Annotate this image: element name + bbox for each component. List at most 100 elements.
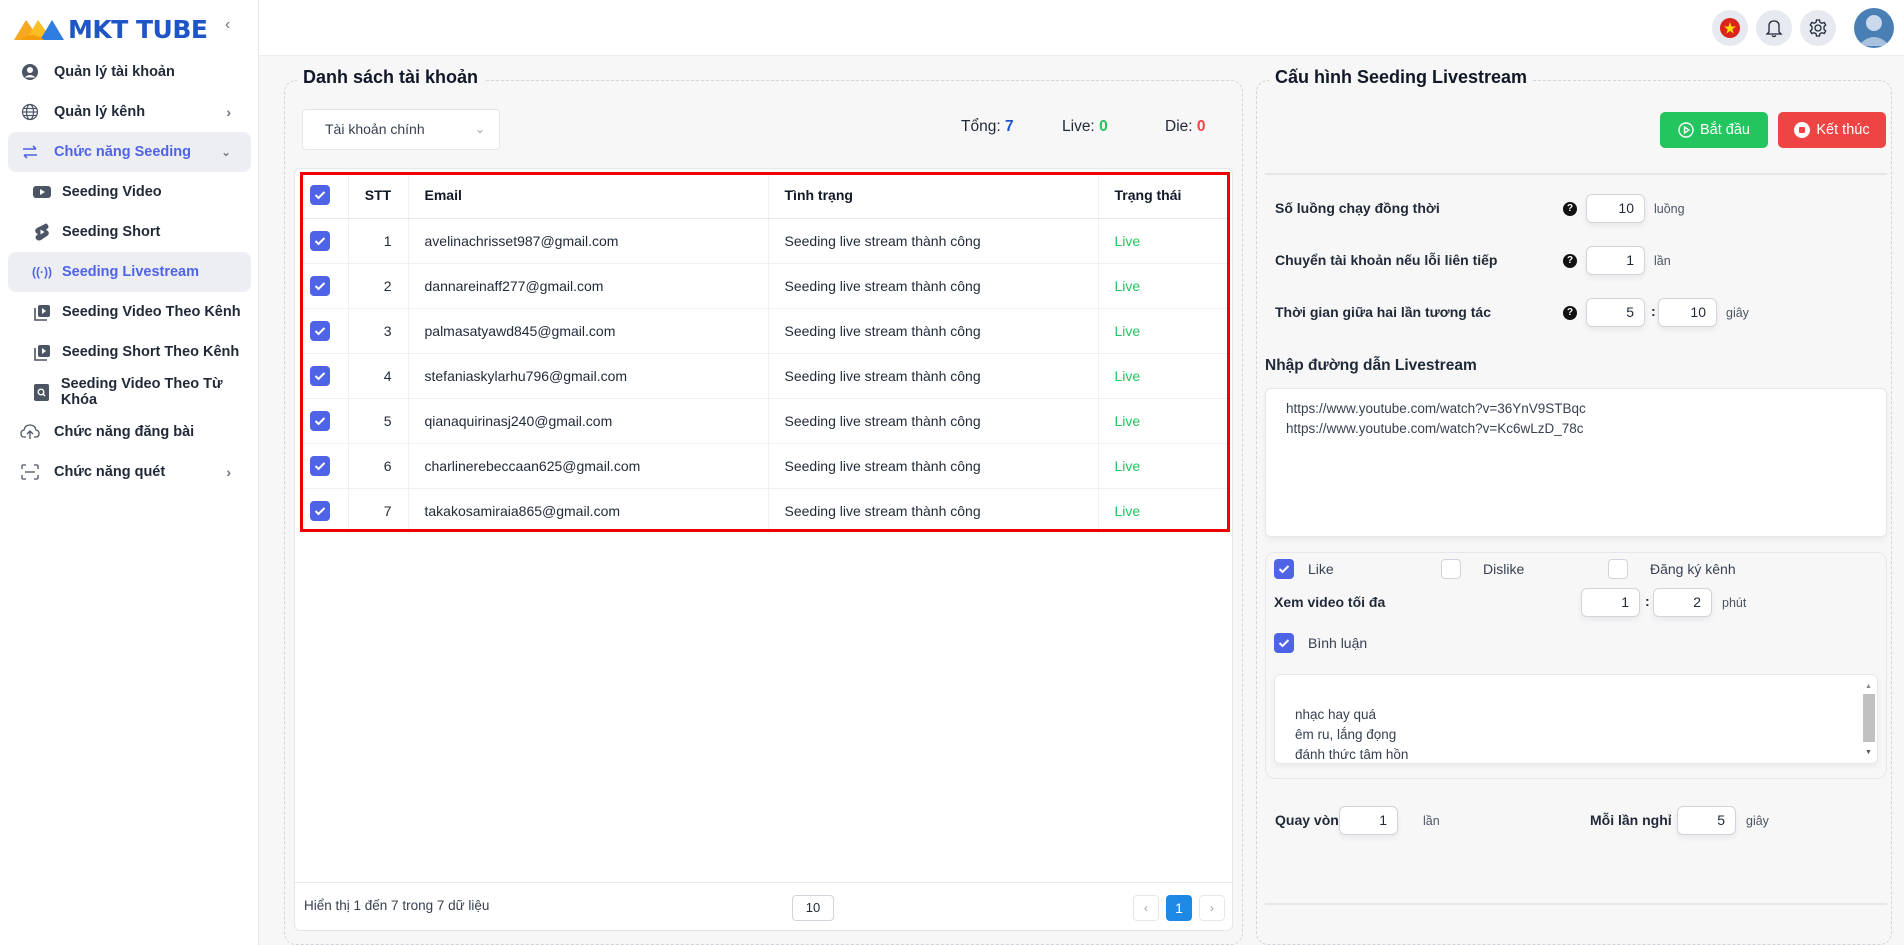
collapse-sidebar-button[interactable]: ‹ (225, 16, 230, 34)
sidebar-item-channel-management[interactable]: Quản lý kênh › (8, 92, 251, 132)
row-checkbox[interactable] (310, 320, 330, 341)
row-checkbox[interactable] (310, 455, 330, 476)
stop-button[interactable]: Kết thúc (1778, 112, 1886, 148)
divider (1265, 903, 1887, 905)
range-separator: : (1645, 593, 1650, 609)
table-row[interactable]: 4 stefaniaskylarhu796@gmail.com Seeding li… (300, 353, 1230, 399)
watch-max-input[interactable]: 2 (1653, 588, 1712, 617)
divider (1265, 173, 1887, 175)
sidebar-item-seeding-video[interactable]: Seeding Video (8, 172, 251, 212)
next-page-button[interactable]: › (1199, 895, 1225, 921)
row-stt: 5 (348, 398, 409, 444)
sidebar-item-seeding-video-by-channel[interactable]: Seeding Video Theo Kênh (8, 292, 251, 332)
column-header-stt[interactable]: STT (348, 172, 409, 219)
scroll-down-arrow[interactable]: ▼ (1865, 743, 1872, 763)
sidebar-item-label: Quản lý kênh (54, 104, 146, 120)
sidebar-item-label: Chức năng quét (54, 464, 166, 480)
subscribe-option[interactable]: Đăng ký kênh (1608, 559, 1736, 579)
stat-total-label: Tổng: (961, 118, 1001, 135)
help-icon[interactable]: ? (1563, 254, 1577, 268)
like-option[interactable]: Like (1274, 559, 1334, 579)
check-icon (314, 236, 326, 245)
row-email: palmasatyawd845@gmail.com (408, 308, 769, 354)
row-checkbox[interactable] (310, 500, 330, 521)
sidebar-item-label: Quản lý tài khoản (54, 64, 175, 80)
table-row[interactable]: 6 charlinerebeccaan625@gmail.com Seeding l… (300, 443, 1230, 489)
scrollbar[interactable]: ▲ ▼ (1863, 677, 1875, 763)
threads-unit: luồng (1654, 202, 1685, 216)
check-icon (314, 416, 326, 425)
like-checkbox[interactable] (1274, 559, 1294, 579)
row-email: takakosamiraia865@gmail.com (408, 488, 769, 533)
table-row[interactable]: 3 palmasatyawd845@gmail.com Seeding live s… (300, 308, 1230, 354)
comment-checkbox[interactable] (1274, 633, 1294, 653)
loop-input[interactable]: 1 (1339, 806, 1398, 835)
sidebar-item-seeding-video-by-keyword[interactable]: Seeding Video Theo Từ Khóa (8, 372, 251, 412)
select-all-checkbox[interactable] (310, 184, 330, 205)
sidebar-item-seeding-short-by-channel[interactable]: Seeding Short Theo Kênh (8, 332, 251, 372)
row-stt: 2 (348, 263, 409, 309)
help-icon[interactable]: ? (1563, 202, 1577, 216)
accounts-table-body: 1 avelinachrisset987@gmail.com Seeding liv… (300, 218, 1230, 533)
dislike-label: Dislike (1483, 561, 1525, 577)
row-checkbox[interactable] (310, 275, 330, 296)
sidebar-item-seeding[interactable]: Chức năng Seeding ⌄ (8, 132, 251, 172)
row-condition: Seeding live stream thành công (768, 443, 1099, 489)
dislike-checkbox[interactable] (1441, 559, 1461, 579)
page-1-button[interactable]: 1 (1166, 895, 1192, 921)
dislike-option[interactable]: Dislike (1441, 559, 1524, 579)
column-header-state[interactable]: Trạng thái (1098, 172, 1230, 219)
threads-input[interactable]: 10 (1586, 194, 1645, 223)
logo: MKT TUBE (12, 14, 208, 44)
table-row[interactable]: 2 dannareinaff277@gmail.com Seeding live s… (300, 263, 1230, 309)
account-type-select-value: Tài khoản chính (325, 121, 425, 137)
start-button[interactable]: Bắt đầu (1660, 112, 1768, 148)
interval-min-input[interactable]: 5 (1586, 298, 1645, 327)
settings-button[interactable] (1800, 10, 1836, 46)
column-header-email[interactable]: Email (408, 172, 769, 219)
loop-unit: lần (1423, 814, 1440, 828)
comments-textarea[interactable]: nhạc hay quá êm ru, lắng đọng đánh thức … (1274, 674, 1878, 764)
table-footer: Hiển thị 1 đến 7 trong 7 dữ liệu 10 ‹ 1 … (294, 882, 1233, 931)
row-email: avelinachrisset987@gmail.com (408, 218, 769, 264)
account-type-select[interactable]: Tài khoản chính ⌄ (302, 109, 500, 150)
scan-icon (20, 462, 40, 482)
interval-max-input[interactable]: 10 (1658, 298, 1717, 327)
sidebar-item-seeding-livestream[interactable]: ((·)) Seeding Livestream (8, 252, 251, 292)
switch-account-input[interactable]: 1 (1586, 246, 1645, 275)
prev-page-button[interactable]: ‹ (1133, 895, 1159, 921)
sidebar-item-seeding-short[interactable]: Seeding Short (8, 212, 251, 252)
avatar[interactable] (1854, 8, 1894, 48)
sidebar-item-account-management[interactable]: Quản lý tài khoản (8, 52, 251, 92)
page-size-select[interactable]: 10 (792, 895, 834, 921)
switch-account-label: Chuyển tài khoản nếu lỗi liên tiếp (1275, 252, 1498, 268)
row-stt: 4 (348, 353, 409, 399)
stat-live-label: Live: (1062, 118, 1095, 135)
comment-option[interactable]: Bình luận (1274, 633, 1367, 653)
row-checkbox[interactable] (310, 230, 330, 251)
sidebar-item-scan[interactable]: Chức năng quét › (8, 452, 251, 492)
livestream-links-textarea[interactable]: https://www.youtube.com/watch?v=36YnV9ST… (1265, 388, 1887, 537)
sidebar-item-posting[interactable]: Chức năng đăng bài (8, 412, 251, 452)
table-row[interactable]: 7 takakosamiraia865@gmail.com Seeding live… (300, 488, 1230, 533)
column-header-condition[interactable]: Tình trạng (768, 172, 1099, 219)
watch-min-input[interactable]: 1 (1581, 588, 1640, 617)
brand-name: MKT TUBE (68, 14, 208, 44)
row-state: Live (1098, 308, 1230, 354)
table-row[interactable]: 1 avelinachrisset987@gmail.com Seeding liv… (300, 218, 1230, 264)
loop-label: Quay vòng (1275, 812, 1348, 828)
row-checkbox[interactable] (310, 365, 330, 386)
help-icon[interactable]: ? (1563, 306, 1577, 320)
table-row[interactable]: 5 qianaquirinasj240@gmail.com Seeding live… (300, 398, 1230, 444)
language-button[interactable] (1712, 10, 1748, 46)
scrollbar-thumb[interactable] (1863, 694, 1875, 742)
check-icon (314, 191, 326, 200)
row-checkbox[interactable] (310, 410, 330, 431)
rest-input[interactable]: 5 (1677, 806, 1736, 835)
sidebar-item-label: Seeding Video Theo Từ Khóa (60, 376, 223, 408)
start-button-label: Bắt đầu (1700, 122, 1750, 138)
subscribe-checkbox[interactable] (1608, 559, 1628, 579)
stat-live: Live: 0 (1062, 118, 1108, 136)
notifications-button[interactable] (1756, 10, 1792, 46)
broadcast-icon: ((·)) (32, 265, 52, 279)
